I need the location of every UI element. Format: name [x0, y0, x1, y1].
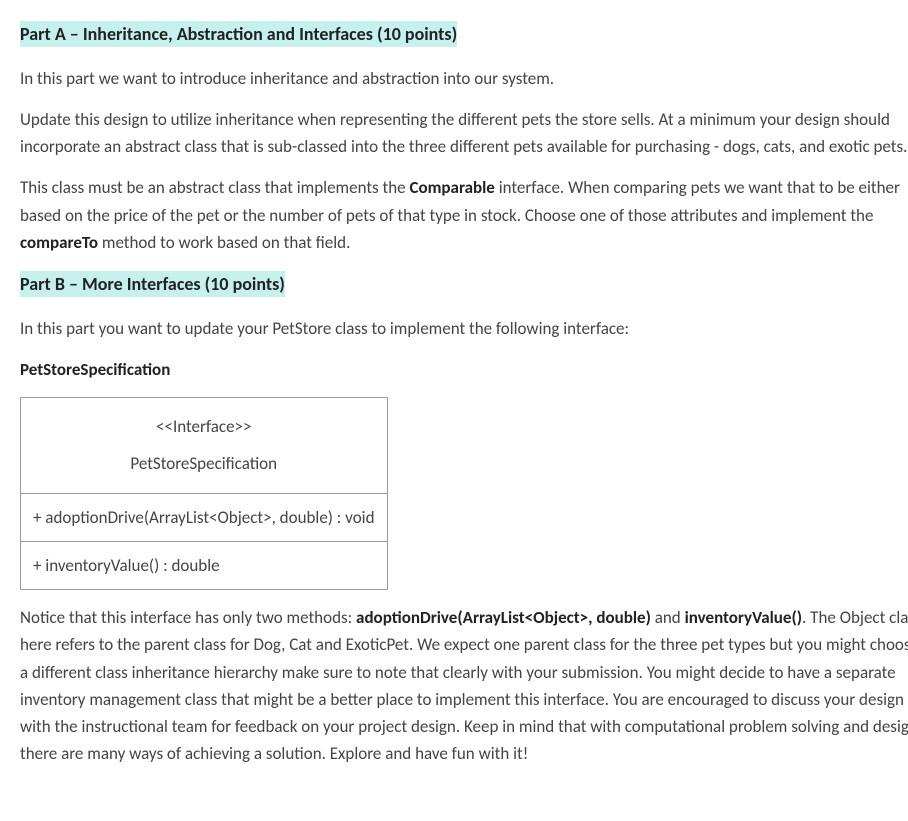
petstorespec-label: PetStoreSpecification [20, 356, 908, 383]
part-a-paragraph-1: In this part we want to introduce inheri… [20, 65, 908, 92]
uml-interface-table: <<Interface>> PetStoreSpecification + ad… [20, 397, 388, 590]
part-a-paragraph-3: This class must be an abstract class tha… [20, 174, 908, 256]
part-a-paragraph-2: Update this design to utilize inheritanc… [20, 106, 908, 160]
uml-method-row-1: + adoptionDrive(ArrayList<Object>, doubl… [21, 493, 388, 541]
uml-classname: PetStoreSpecification [130, 453, 277, 474]
text-fragment: and [651, 607, 685, 628]
uml-method-row-2: + inventoryValue() : double [21, 542, 388, 590]
comparable-keyword: Comparable [409, 177, 494, 198]
part-b-paragraph-1: In this part you want to update your Pet… [20, 315, 908, 342]
part-a-heading: Part A – Inheritance, Abstraction and In… [20, 20, 908, 49]
text-fragment: method to work based on that field. [98, 232, 350, 253]
part-b-paragraph-2: Notice that this interface has only two … [20, 604, 908, 767]
text-fragment: Notice that this interface has only two … [20, 607, 356, 628]
part-b-heading: Part B – More Interfaces (10 points) [20, 270, 908, 299]
adoptiondrive-keyword: adoptionDrive(ArrayList<Object>, double) [356, 607, 651, 628]
inventoryvalue-keyword: inventoryValue() [685, 607, 802, 628]
uml-stereotype: <<Interface>> [156, 416, 251, 437]
text-fragment: This class must be an abstract class tha… [20, 177, 409, 198]
compareto-keyword: compareTo [20, 232, 98, 253]
text-fragment: . The Object class here refers to the pa… [20, 607, 908, 764]
uml-header-cell: <<Interface>> PetStoreSpecification [21, 398, 388, 494]
